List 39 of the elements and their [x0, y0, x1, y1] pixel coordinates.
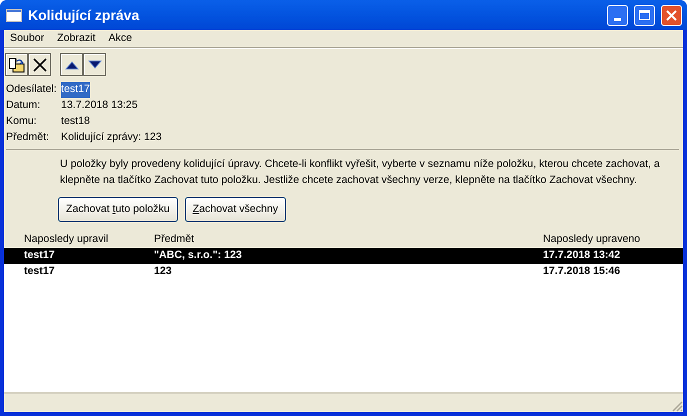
table-cell: "ABC, s.r.o.": 123 [154, 249, 242, 262]
menu-item[interactable]: Akce [108, 30, 132, 46]
column-header[interactable]: Naposledy upravil [24, 233, 108, 246]
field-label: Odesílatel: [6, 82, 58, 98]
open-folder-icon [8, 56, 26, 74]
minimize-button[interactable] [607, 4, 628, 26]
column-header[interactable]: Naposledy upraveno [543, 233, 640, 246]
column-header[interactable]: Předmět [154, 233, 194, 246]
maximize-button[interactable] [634, 4, 655, 26]
window-title: Kolidující zpráva [28, 6, 140, 25]
action-button[interactable]: Zachovat tuto položku [58, 197, 178, 222]
maximize-icon [639, 10, 650, 20]
table-cell: 17.7.2018 13:42 [543, 249, 620, 262]
field-label: Datum: [6, 98, 42, 114]
minimize-icon [614, 18, 621, 20]
resize-grip-icon[interactable] [671, 400, 683, 412]
action-button[interactable]: Zachovat všechny [184, 197, 286, 222]
field-value: test18 [61, 114, 90, 130]
close-icon [666, 10, 677, 20]
field-value: Kolidující zprávy: 123 [61, 130, 162, 146]
window-icon [6, 8, 22, 22]
field-value: test17 [61, 82, 90, 98]
table-cell: 17.7.2018 15:46 [543, 265, 620, 278]
menu-item[interactable]: Zobrazit [57, 30, 96, 46]
table-row[interactable]: test17 "ABC, s.r.o.": 123 17.7.2018 13:42 [4, 248, 683, 264]
toolbar-button[interactable] [28, 53, 51, 76]
info-message: U položky byly provedeny kolidující úpravy. Chcete-li konflikt vyřešit, vyberte v seznamu níže položku, kterou chcete zachovat, a klepněte na tlačítko Zachovat tuto položku. Jestliže chcete zachovat všechny verze, klepněte na tlačítko Zachovat všechny. [60, 157, 661, 188]
field-label: Komu: [6, 114, 38, 130]
toolbar-button[interactable] [83, 53, 106, 76]
table-cell: test17 [24, 249, 55, 262]
field-label: Předmět: [6, 130, 50, 146]
field-value: 13.7.2018 13:25 [61, 98, 138, 114]
table-cell: 123 [154, 265, 172, 278]
delete-icon [30, 56, 48, 74]
toolbar-button[interactable] [60, 53, 83, 76]
menu-item[interactable]: Soubor [10, 30, 44, 46]
toolbar-button[interactable] [5, 53, 28, 76]
table-cell: test17 [24, 265, 55, 278]
close-button[interactable] [661, 4, 682, 26]
